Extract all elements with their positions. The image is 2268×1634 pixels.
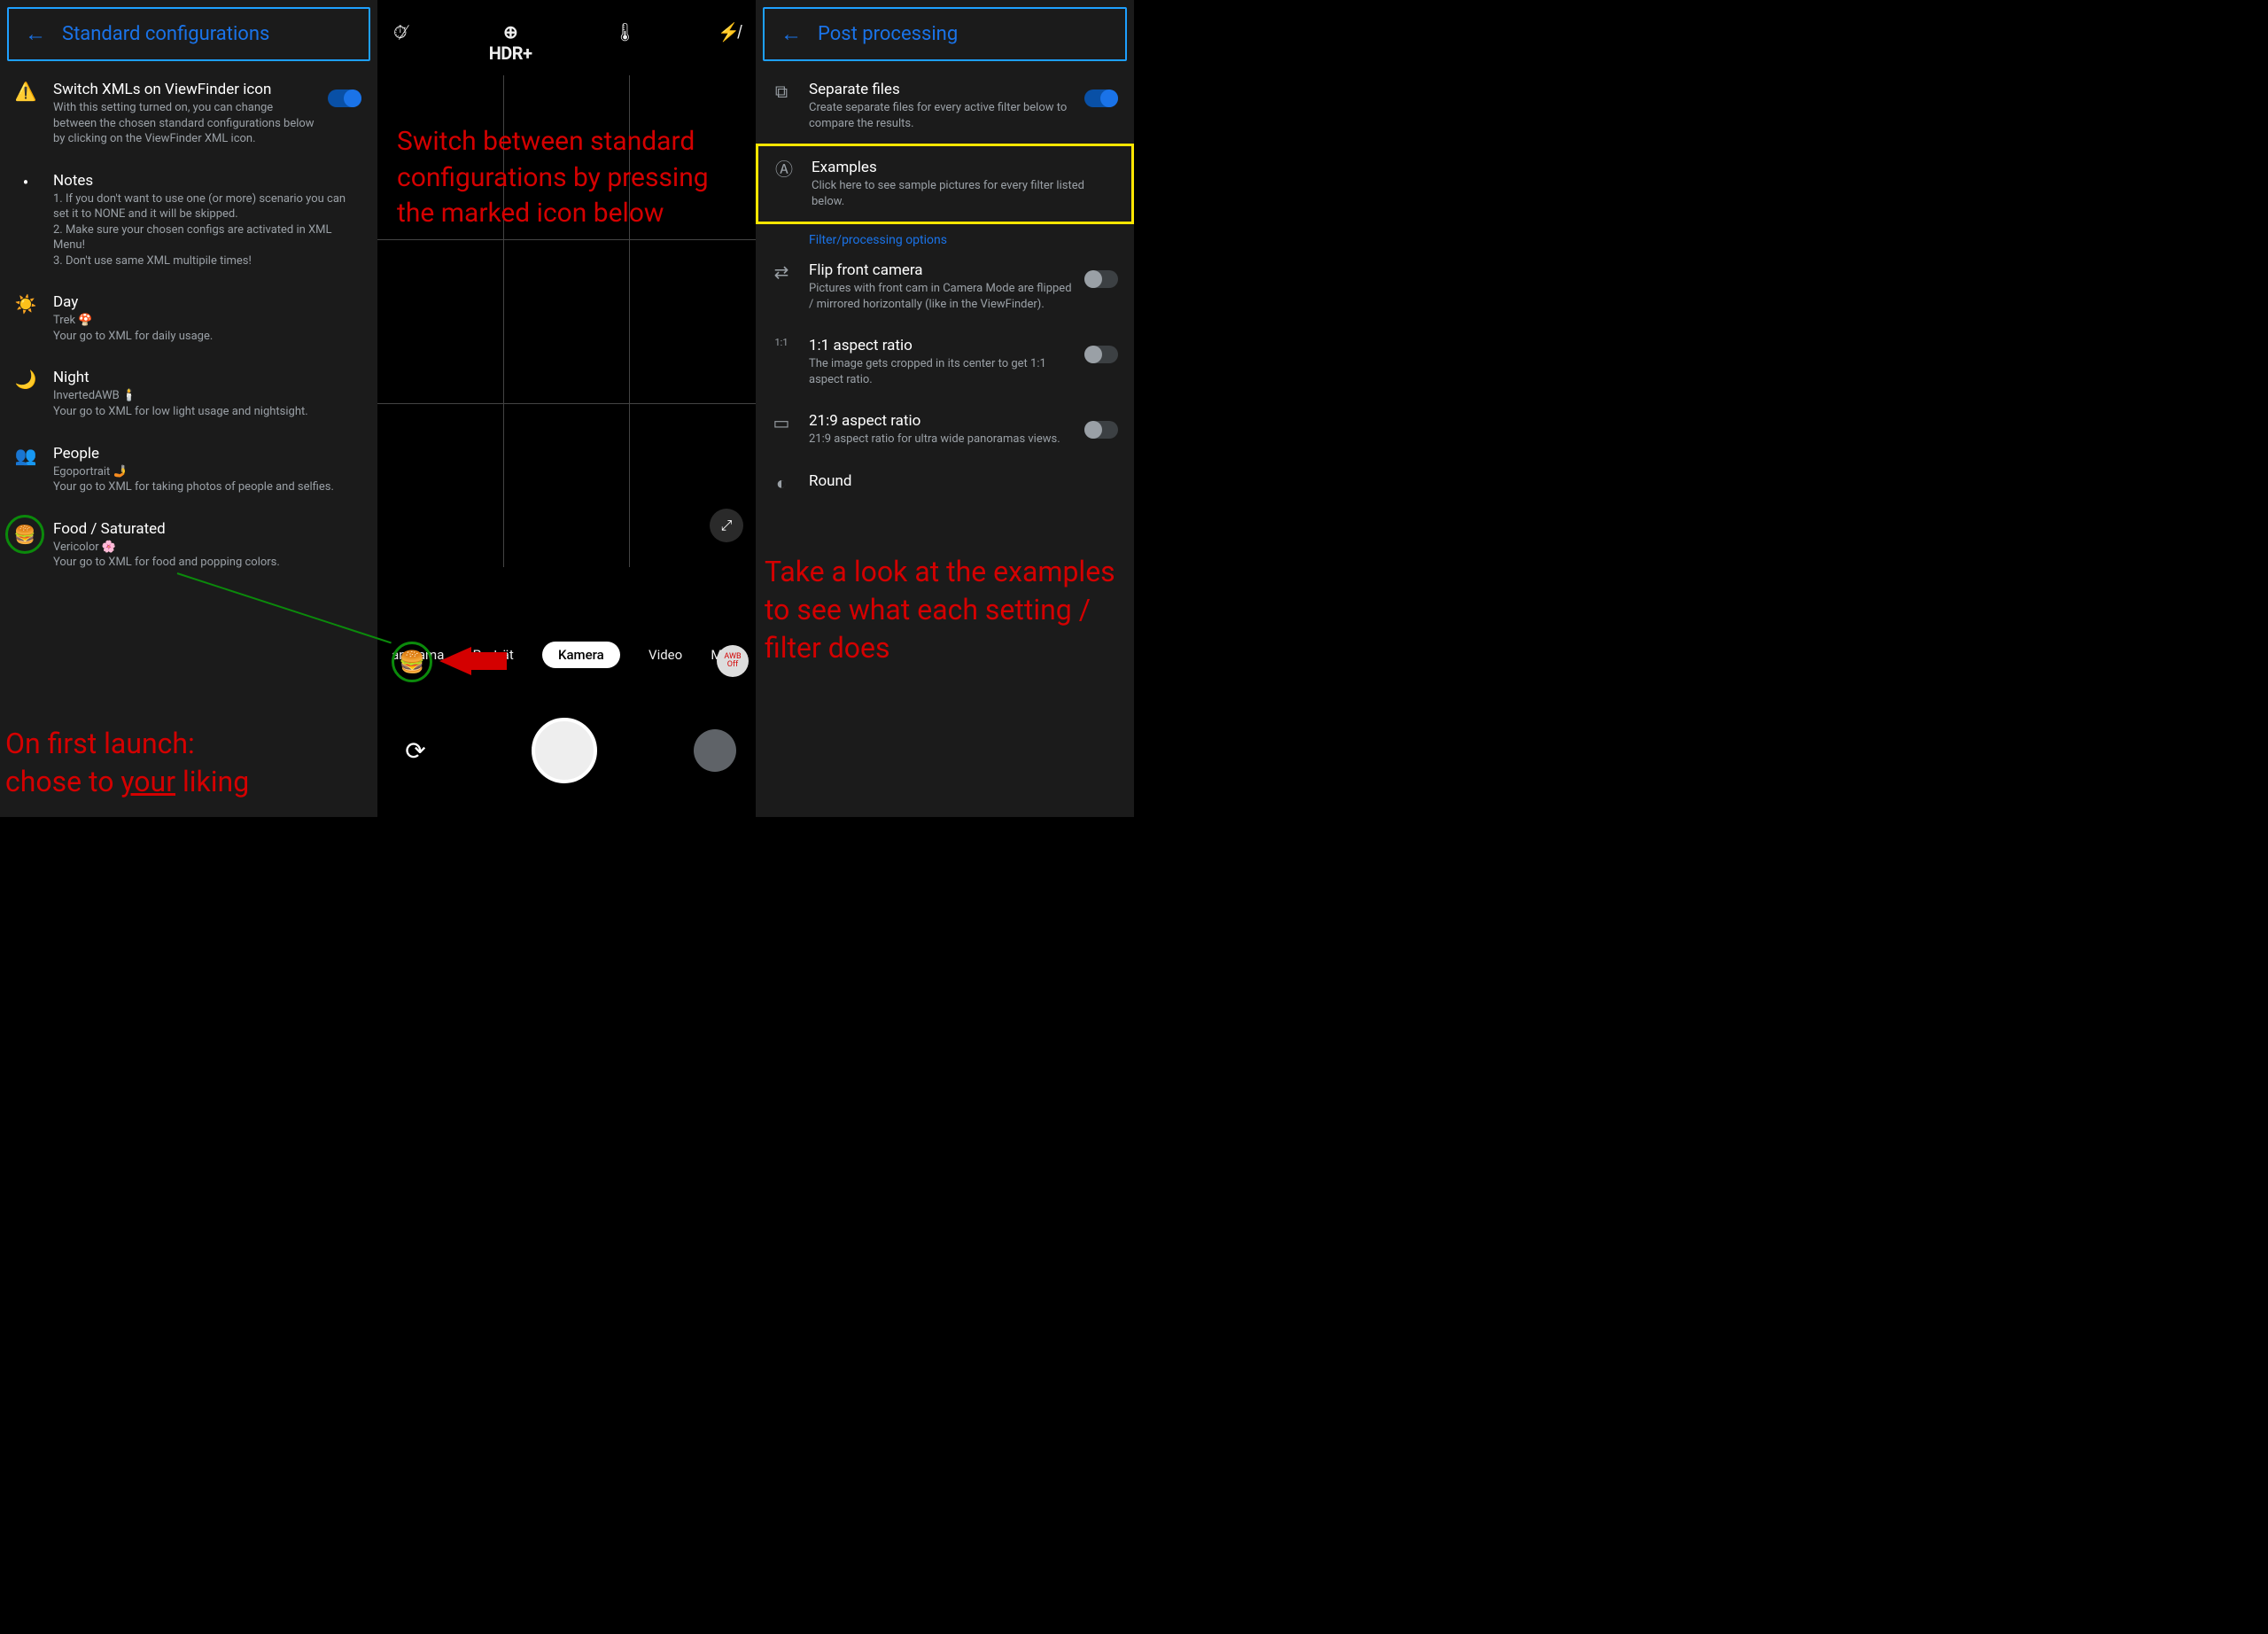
last-photo-thumbnail[interactable] <box>694 729 736 772</box>
row-title: Round <box>809 472 1118 490</box>
camera-viewfinder: ⏱̸ ⊕HDR+ 🌡︎ ⚡̸ Switch between standard c… <box>377 0 756 817</box>
setting-row-examples[interactable]: Ⓐ Examples Click here to see sample pictur… <box>756 144 1134 224</box>
setting-row-day[interactable]: ☀️ Day Trek 🍄 Your go to XML for daily usa… <box>0 281 377 356</box>
row-subtitle: InvertedAWB 🕯️ Your go to XML for low li… <box>53 388 361 419</box>
toggle-switch[interactable] <box>1084 89 1118 107</box>
camera-mode-strip: anoramaPorträtKameraVideoMehr <box>377 642 756 668</box>
header-standard-configs: ← Standard configurations <box>7 7 370 61</box>
row-title: Food / Saturated <box>53 520 361 538</box>
section-label-filter-options: Filter/processing options <box>756 224 1134 249</box>
back-arrow-icon[interactable]: ← <box>781 21 802 47</box>
row-title: Separate files <box>809 81 1072 98</box>
temperature-icon[interactable]: 🌡︎ <box>614 21 636 64</box>
camera-mode-video[interactable]: Video <box>649 647 682 663</box>
row-icon: • <box>11 172 41 193</box>
row-subtitle: The image gets cropped in its center to … <box>809 356 1072 387</box>
grid-line <box>377 239 756 240</box>
camera-bottom-bar: ⟳ <box>377 684 756 817</box>
setting-row-food-saturated[interactable]: 🍔 Food / Saturated Vericolor 🌸 Your go to … <box>0 508 377 583</box>
row-icon: ▭ <box>766 412 796 433</box>
flash-off-icon[interactable]: ⚡̸ <box>718 21 740 64</box>
row-subtitle: Egoportrait 🤳 Your go to XML for taking … <box>53 464 361 495</box>
setting-row-1-1-aspect-ratio[interactable]: 1:1 1:1 aspect ratio The image gets croppe… <box>756 324 1134 400</box>
setting-row-night[interactable]: 🌙 Night InvertedAWB 🕯️ Your go to XML for … <box>0 356 377 432</box>
row-icon: ⇄ <box>766 261 796 283</box>
setting-row-separate-files[interactable]: ⧉ Separate files Create separate files for… <box>756 68 1134 144</box>
row-icon: ⚠️ <box>11 81 41 102</box>
row-icon: 🍔 <box>11 520 41 554</box>
hdr-plus-icon[interactable]: ⊕HDR+ <box>489 21 532 64</box>
toggle-switch[interactable] <box>1084 346 1118 363</box>
row-icon: ⧉ <box>766 81 796 102</box>
row-subtitle: Trek 🍄 Your go to XML for daily usage. <box>53 313 361 344</box>
setting-row-people[interactable]: 👥 PeopleEgoportrait 🤳 Your go to XML for … <box>0 432 377 508</box>
header-title: Standard configurations <box>62 23 269 45</box>
annotation-switch-configs: Switch between standard configurations b… <box>397 124 738 232</box>
row-icon: Ⓐ <box>769 159 799 180</box>
viewfinder-xml-icon[interactable]: 🍔 <box>392 642 432 682</box>
row-subtitle: Vericolor 🌸 Your go to XML for food and … <box>53 540 361 571</box>
row-title: 21:9 aspect ratio <box>809 412 1072 430</box>
setting-row-flip-front-camera[interactable]: ⇄ Flip front camera Pictures with front ca… <box>756 249 1134 324</box>
row-subtitle: Create separate files for every active f… <box>809 100 1072 131</box>
back-arrow-icon[interactable]: ← <box>25 21 46 47</box>
row-icon: 1:1 <box>766 337 796 348</box>
row-title: Night <box>53 369 361 386</box>
switch-camera-icon[interactable]: ⟳ <box>397 732 434 769</box>
row-title: Notes <box>53 172 361 190</box>
row-title: People <box>53 445 361 463</box>
annotation-first-launch: On first launch: chose to your liking <box>5 725 249 801</box>
row-title: Examples <box>812 159 1115 176</box>
row-title: 1:1 aspect ratio <box>809 337 1072 354</box>
row-subtitle: 21:9 aspect ratio for ultra wide panoram… <box>809 432 1072 447</box>
annotation-examples: Take a look at the examples to see what … <box>765 553 1129 668</box>
row-subtitle: Pictures with front cam in Camera Mode a… <box>809 281 1072 312</box>
camera-top-bar: ⏱̸ ⊕HDR+ 🌡︎ ⚡̸ <box>377 0 756 85</box>
header-post-processing: ← Post processing <box>763 7 1127 61</box>
row-title: Switch XMLs on ViewFinder icon <box>53 81 315 98</box>
row-icon: 🌙 <box>11 369 41 390</box>
row-title: Day <box>53 293 361 311</box>
toggle-switch[interactable] <box>328 89 361 107</box>
shutter-button[interactable] <box>532 718 597 783</box>
setting-row-notes[interactable]: • Notes1. If you don't want to use one (o… <box>0 160 377 282</box>
zoom-button[interactable]: ⤢ <box>710 509 743 542</box>
row-subtitle: 1. If you don't want to use one (or more… <box>53 191 361 269</box>
camera-mode-kamera[interactable]: Kamera <box>542 642 620 668</box>
awb-off-badge[interactable]: AWB Off <box>717 645 749 677</box>
settings-panel-post-processing: ← Post processing ⧉ Separate files Create … <box>756 0 1134 817</box>
row-icon: 👥 <box>11 445 41 466</box>
timer-off-icon[interactable]: ⏱̸ <box>393 21 408 64</box>
settings-panel-standard-configs: ← Standard configurations ⚠️ Switch XMLs … <box>0 0 377 817</box>
annotation-arrow <box>439 647 471 675</box>
row-title: Flip front camera <box>809 261 1072 279</box>
grid-line <box>377 403 756 404</box>
row-subtitle: Click here to see sample pictures for ev… <box>812 178 1115 209</box>
setting-row-21-9-aspect-ratio[interactable]: ▭ 21:9 aspect ratio 21:9 aspect ratio for … <box>756 400 1134 460</box>
row-icon: ◐ <box>766 472 796 494</box>
header-title: Post processing <box>818 23 958 45</box>
row-subtitle: With this setting turned on, you can cha… <box>53 100 315 147</box>
toggle-switch[interactable] <box>1084 270 1118 288</box>
setting-row-round[interactable]: ◐ Round <box>756 460 1134 506</box>
setting-row-switch-xmls-on-viewfinder-icon[interactable]: ⚠️ Switch XMLs on ViewFinder icon With thi… <box>0 68 377 160</box>
row-icon: ☀️ <box>11 293 41 315</box>
toggle-switch[interactable] <box>1084 421 1118 439</box>
